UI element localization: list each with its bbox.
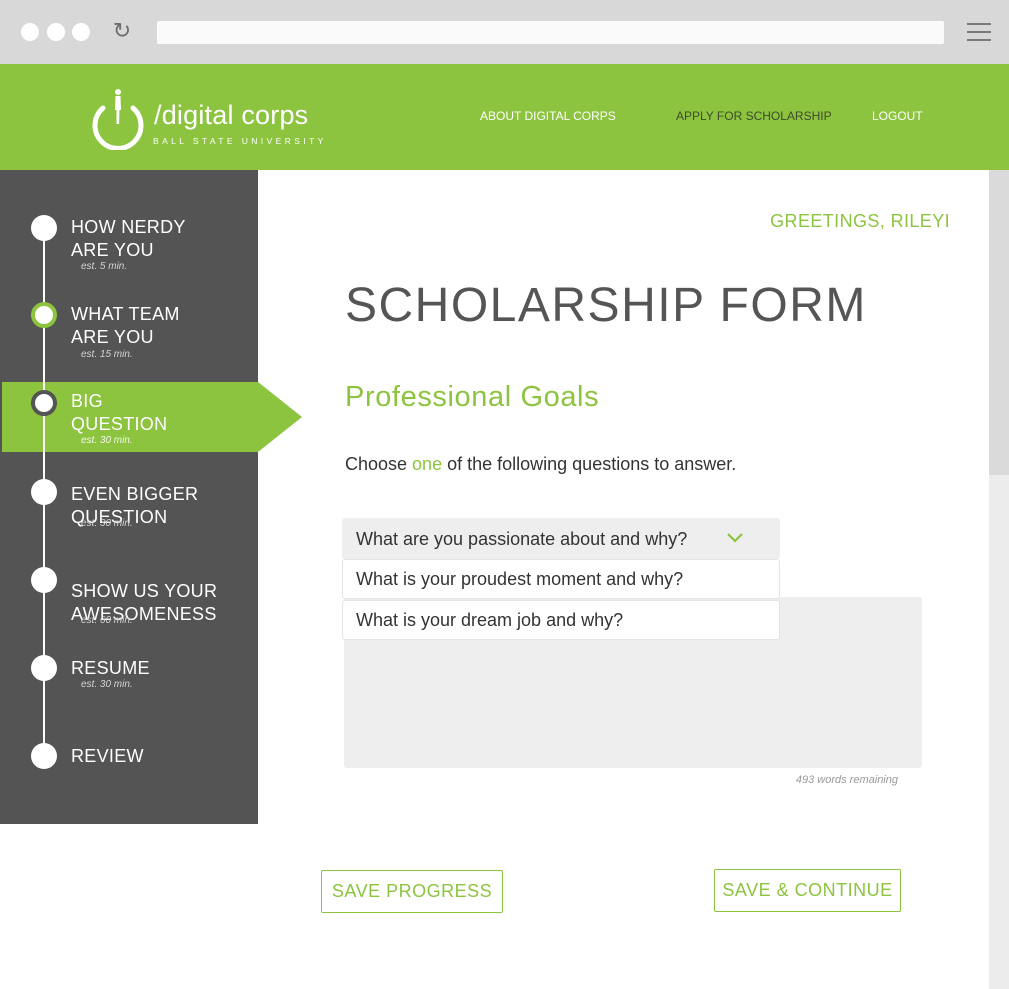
step-label: REVIEW [71, 746, 144, 766]
window-close-dot[interactable] [21, 23, 39, 41]
step-status-circle [31, 743, 57, 769]
step-estimate: est. 60 min. [81, 615, 133, 626]
hamburger-menu-icon[interactable] [967, 22, 991, 42]
step-status-circle [31, 215, 57, 241]
step-how-nerdy-are-you[interactable]: HOW NERDY ARE YOU est. 5 min. [0, 214, 258, 284]
progress-sidebar: HOW NERDY ARE YOU est. 5 min. WHAT TEAM AR… [0, 170, 258, 824]
step-estimate: est. 5 min. [81, 261, 128, 272]
window-minimize-dot[interactable] [47, 23, 65, 41]
browser-chrome: ↻ [0, 0, 1009, 64]
step-what-team-are-you[interactable]: WHAT TEAM ARE YOU est. 15 min. [0, 301, 258, 371]
window-maximize-dot[interactable] [72, 23, 90, 41]
instruction-highlight: one [412, 454, 443, 474]
section-title: Professional Goals [345, 381, 600, 413]
question-select[interactable]: What are you passionate about and why? [342, 518, 780, 559]
question-option[interactable]: What is your dream job and why? [342, 600, 780, 640]
step-label: HOW NERDY ARE YOU [71, 217, 186, 260]
step-label: RESUME [71, 658, 150, 678]
address-bar[interactable] [157, 21, 944, 44]
nav-logout[interactable]: LOGOUT [872, 109, 923, 123]
step-big-question[interactable]: BIG QUESTION est. 30 min. [0, 389, 258, 459]
step-resume[interactable]: RESUME est. 30 min. [0, 655, 258, 705]
greeting-text: GREETINGS, RILEYI [770, 211, 950, 231]
step-review[interactable]: REVIEW [0, 743, 258, 783]
step-status-circle [31, 655, 57, 681]
reload-icon[interactable]: ↻ [110, 20, 134, 44]
words-remaining-counter: 493 words remaining [795, 774, 898, 786]
save-progress-button[interactable]: SAVE PROGRESS [321, 870, 503, 913]
nav-about-digital-corps[interactable]: ABOUT DIGITAL CORPS [480, 109, 616, 123]
logo-wordmark: /digital corps [154, 100, 309, 130]
nav-apply-for-scholarship[interactable]: APPLY FOR SCHOLARSHIP [676, 109, 832, 123]
question-option-label: What is your proudest moment and why? [356, 569, 684, 589]
active-step-arrow [258, 382, 302, 452]
instruction-text: Choose one of the following questions to… [345, 454, 737, 474]
step-status-circle [31, 479, 57, 505]
step-even-bigger-question[interactable]: EVEN BIGGER QUESTION est. 30 min. [0, 479, 258, 549]
scrollbar-thumb[interactable] [989, 170, 1009, 475]
step-estimate: est. 15 min. [81, 349, 133, 360]
chevron-down-icon [727, 533, 743, 543]
question-select-value: What are you passionate about and why? [356, 529, 688, 549]
step-estimate: est. 30 min. [81, 518, 133, 529]
logo-subtext: BALL STATE UNIVERSITY [153, 136, 327, 146]
step-estimate: est. 30 min. [81, 679, 133, 690]
site-header: /digital corps BALL STATE UNIVERSITY ABO… [0, 64, 1009, 170]
step-status-circle [31, 302, 57, 328]
question-option-label: What is your dream job and why? [356, 610, 624, 630]
digital-corps-logo[interactable]: /digital corps BALL STATE UNIVERSITY [90, 88, 323, 150]
step-estimate: est. 30 min. [81, 435, 133, 446]
step-status-circle [31, 390, 57, 416]
power-person-icon [92, 89, 144, 150]
step-label: BIG QUESTION [71, 391, 168, 434]
step-status-circle [31, 567, 57, 593]
question-option[interactable]: What is your proudest moment and why? [342, 559, 780, 599]
step-label: WHAT TEAM ARE YOU [71, 304, 180, 347]
step-show-us-your-awesomeness[interactable]: SHOW US YOUR AWESOMENESS est. 60 min. [0, 567, 258, 637]
save-and-continue-button[interactable]: SAVE & CONTINUE [714, 869, 901, 912]
page-title: SCHOLARSHIP FORM [345, 279, 867, 332]
